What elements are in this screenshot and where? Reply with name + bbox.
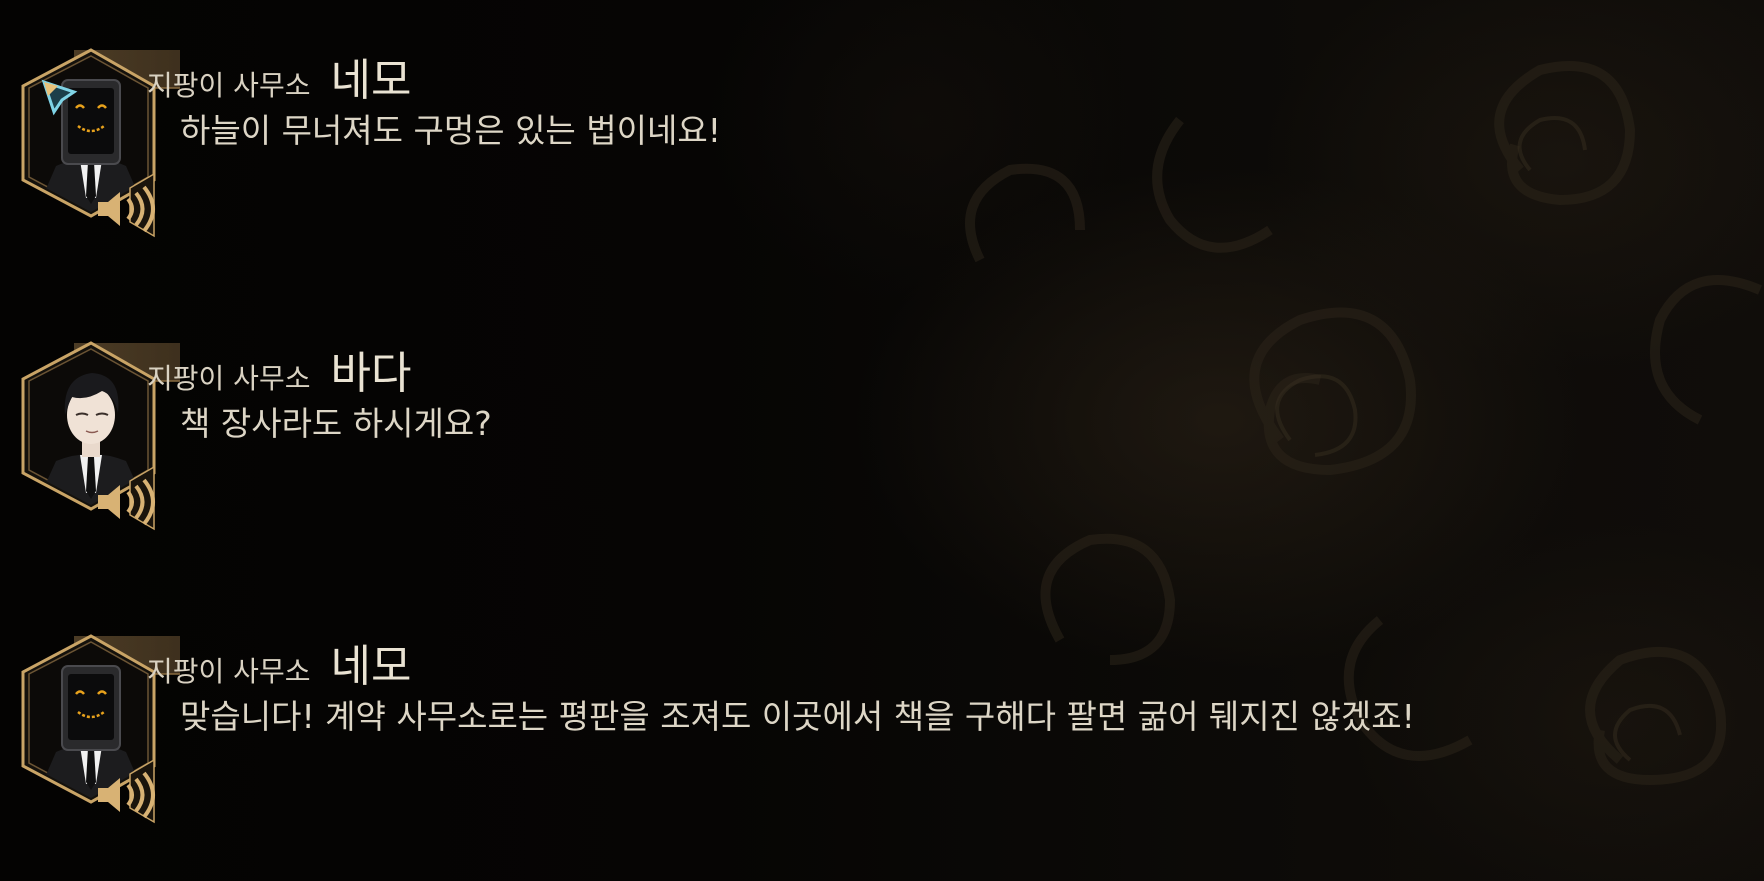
speaker-name-row: 지팡이 사무소 네모 (147, 44, 411, 106)
speaker-name-row: 지팡이 사무소 바다 (147, 337, 411, 399)
speaker-affiliation: 지팡이 사무소 (147, 69, 311, 102)
log-entry-1[interactable]: 지팡이 사무소 네모 하늘이 무너져도 구멍은 있는 법이네요! (0, 38, 1764, 278)
speaker-name-row: 지팡이 사무소 네모 (147, 630, 411, 692)
speaker-affiliation: 지팡이 사무소 (147, 655, 311, 688)
speaker-icon[interactable] (90, 477, 160, 527)
log-entry-3[interactable]: 지팡이 사무소 네모 맞습니다! 계약 사무소로는 평판을 조져도 이곳에서 책… (0, 624, 1764, 864)
dialogue-text: 맞습니다! 계약 사무소로는 평판을 조져도 이곳에서 책을 구해다 팔면 굶어… (180, 697, 1415, 736)
speaker-affiliation: 지팡이 사무소 (147, 362, 311, 395)
log-entry-2[interactable]: 지팡이 사무소 바다 책 장사라도 하시게요? (0, 331, 1764, 571)
speaker-icon[interactable] (90, 770, 160, 820)
speaker-name: 네모 (330, 55, 412, 106)
speaker-name: 네모 (330, 641, 412, 692)
dialogue-text: 책 장사라도 하시게요? (180, 404, 492, 443)
speaker-icon[interactable] (90, 184, 160, 234)
cursor-pointer-icon (41, 79, 78, 116)
speaker-name: 바다 (330, 348, 412, 399)
dialogue-text: 하늘이 무너져도 구멍은 있는 법이네요! (180, 111, 721, 150)
